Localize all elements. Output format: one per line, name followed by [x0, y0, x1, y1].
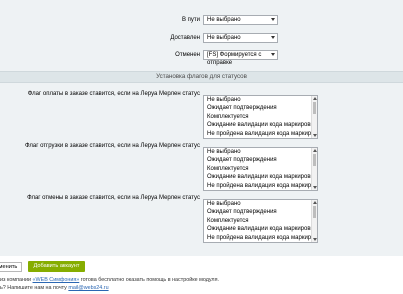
row-label-cancelled: Отменен — [175, 52, 200, 58]
scroll-up-icon[interactable] — [313, 149, 317, 152]
list-option[interactable]: Ожидает подтверждения — [204, 156, 317, 164]
section-header: Установка флагов для статусов — [0, 71, 403, 83]
cancel-button[interactable]: менить — [0, 262, 22, 272]
list-option[interactable]: Не пройдена валидация кода маркировки — [204, 182, 317, 190]
chevron-down-icon — [271, 18, 275, 21]
list-option[interactable]: Ожидает подтверждения — [204, 208, 317, 216]
list-option[interactable]: Не выбрано — [204, 148, 317, 156]
field-label-payment-flag: Флаг оплаты в заказе ставится, если на Л… — [27, 91, 200, 97]
payment-flag-listbox[interactable]: Не выбрано Ожидает подтверждения Комплек… — [203, 95, 318, 139]
scroll-up-icon[interactable] — [313, 97, 317, 100]
scroll-thumb[interactable] — [313, 154, 316, 166]
footer-contact-line: ь? Напишите нам на почту mail@webs24.ru — [0, 285, 109, 291]
list-option[interactable]: Не выбрано — [204, 96, 317, 104]
company-link[interactable]: «WEB Симфония» — [33, 277, 80, 283]
scroll-up-icon[interactable] — [313, 201, 317, 204]
list-option[interactable]: Не выбрано — [204, 200, 317, 208]
email-link[interactable]: mail@webs24.ru — [68, 285, 108, 291]
list-option[interactable]: Ожидание валидации кода маркировки — [204, 173, 317, 181]
in-transit-select[interactable]: Не выбрано — [203, 15, 278, 25]
shipment-flag-listbox[interactable]: Не выбрано Ожидает подтверждения Комплек… — [203, 147, 318, 191]
list-option[interactable]: Ожидание валидации кода маркировки — [204, 225, 317, 233]
chevron-down-icon — [271, 36, 275, 39]
footer-help-line: из компании «WEB Симфония» готова беспла… — [0, 277, 219, 283]
row-label-delivered: Доставлен — [170, 35, 200, 41]
list-option[interactable]: Не пройдена валидация кода маркировки — [204, 130, 317, 138]
scroll-down-icon[interactable] — [313, 238, 317, 241]
field-label-cancel-flag: Флаг отмены в заказе ставится, если на Л… — [27, 195, 200, 201]
list-option[interactable]: Не пройдена валидация кода маркировки — [204, 234, 317, 242]
footer-text: из компании — [0, 277, 32, 283]
scroll-down-icon[interactable] — [313, 186, 317, 189]
select-value: Не выбрано — [207, 17, 241, 23]
scrollbar[interactable] — [311, 148, 317, 190]
settings-panel: В пути Не выбрано Доставлен Не выбрано О… — [0, 0, 403, 256]
scroll-down-icon[interactable] — [313, 134, 317, 137]
scrollbar[interactable] — [311, 96, 317, 138]
scrollbar[interactable] — [311, 200, 317, 242]
field-label-shipment-flag: Флаг отгрузки в заказе ставится, если на… — [25, 143, 200, 149]
cancelled-select[interactable]: [FS] Формируется с отправке — [203, 50, 278, 66]
chevron-down-icon — [271, 53, 275, 56]
scroll-thumb[interactable] — [313, 206, 316, 218]
select-value: [FS] Формируется с отправке — [207, 52, 262, 66]
list-option[interactable]: Комплектуется — [204, 217, 317, 225]
footer-text: готова бесплатно оказать помощь в настро… — [80, 277, 219, 283]
row-label-in-transit: В пути — [181, 17, 200, 23]
list-option[interactable]: Ожидает подтверждения — [204, 104, 317, 112]
add-account-button[interactable]: Добавить аккаунт — [28, 261, 85, 272]
list-option[interactable]: Ожидание валидации кода маркировки — [204, 121, 317, 129]
list-option[interactable]: Комплектуется — [204, 165, 317, 173]
list-option[interactable]: Комплектуется — [204, 113, 317, 121]
scroll-thumb[interactable] — [313, 102, 316, 114]
footer-text: ь? Напишите нам на почту — [0, 285, 67, 291]
select-value: Не выбрано — [207, 35, 241, 41]
cancel-flag-listbox[interactable]: Не выбрано Ожидает подтверждения Комплек… — [203, 199, 318, 243]
delivered-select[interactable]: Не выбрано — [203, 33, 278, 43]
